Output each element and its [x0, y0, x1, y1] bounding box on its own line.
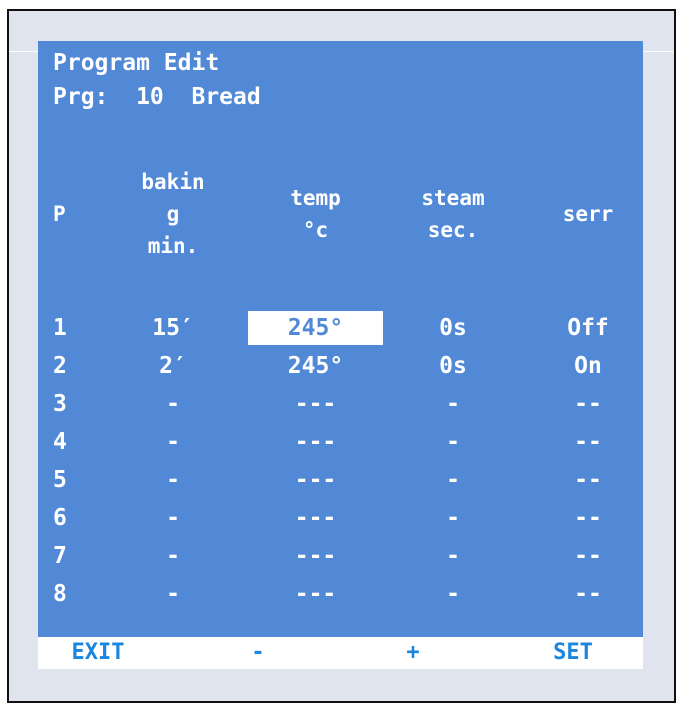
baking-time-cell[interactable]: -: [123, 539, 223, 573]
step-number: 4: [53, 429, 67, 455]
temp-cell[interactable]: ---: [248, 425, 383, 459]
serr-cell[interactable]: --: [523, 539, 653, 573]
step-number: 5: [53, 467, 67, 493]
exit-button[interactable]: EXIT: [38, 637, 158, 669]
serr-cell[interactable]: Off: [523, 311, 653, 345]
table-row: 7 - --- - --: [53, 539, 643, 577]
serr-cell[interactable]: --: [523, 387, 653, 421]
program-edit-screen: Program Edit Prg: 10 Bread P bakin g min…: [38, 41, 643, 637]
step-number: 7: [53, 543, 67, 569]
serr-cell[interactable]: --: [523, 501, 653, 535]
serr-cell[interactable]: On: [523, 349, 653, 383]
baking-time-cell[interactable]: 15′: [123, 311, 223, 345]
step-number: 2: [53, 353, 67, 379]
increment-button[interactable]: +: [353, 637, 473, 669]
screen-title: Program Edit: [53, 50, 220, 76]
baking-time-cell[interactable]: -: [123, 463, 223, 497]
header-step: P: [53, 202, 66, 226]
steam-cell[interactable]: 0s: [398, 311, 508, 345]
step-number: 1: [53, 315, 67, 341]
steam-cell[interactable]: -: [398, 501, 508, 535]
header-serr: serr: [562, 202, 614, 226]
serr-cell[interactable]: --: [523, 463, 653, 497]
steam-cell[interactable]: -: [398, 463, 508, 497]
baking-time-cell[interactable]: -: [123, 387, 223, 421]
temp-cell[interactable]: ---: [248, 463, 383, 497]
table-row: 4 - --- - --: [53, 425, 643, 463]
serr-cell[interactable]: --: [523, 577, 653, 611]
header-steam-sec: steam sec.: [421, 186, 485, 242]
temp-cell[interactable]: ---: [248, 501, 383, 535]
table-row: 1 15′ 245° 0s Off: [53, 311, 643, 349]
table-header: P bakin g min. temp °c steam sec. serr: [53, 159, 643, 269]
decrement-button[interactable]: -: [188, 637, 328, 669]
table-row: 2 2′ 245° 0s On: [53, 349, 643, 387]
steam-cell[interactable]: -: [398, 577, 508, 611]
step-number: 8: [53, 581, 67, 607]
baking-time-cell[interactable]: -: [123, 501, 223, 535]
step-table: 1 15′ 245° 0s Off 2 2′ 245° 0s On 3 - --…: [53, 311, 643, 615]
table-row: 8 - --- - --: [53, 577, 643, 615]
table-row: 5 - --- - --: [53, 463, 643, 501]
temp-cell-selected[interactable]: 245°: [248, 311, 383, 345]
table-row: 6 - --- - --: [53, 501, 643, 539]
temp-cell[interactable]: ---: [248, 577, 383, 611]
set-button[interactable]: SET: [508, 637, 638, 669]
baking-time-cell[interactable]: -: [123, 425, 223, 459]
temp-cell[interactable]: ---: [248, 387, 383, 421]
serr-cell[interactable]: --: [523, 425, 653, 459]
temp-cell[interactable]: ---: [248, 539, 383, 573]
steam-cell[interactable]: -: [398, 387, 508, 421]
baking-time-cell[interactable]: 2′: [123, 349, 223, 383]
baking-time-cell[interactable]: -: [123, 577, 223, 611]
steam-cell[interactable]: 0s: [398, 349, 508, 383]
header-temp: temp °c: [290, 186, 341, 242]
softkey-bar: EXIT - + SET: [38, 637, 643, 669]
steam-cell[interactable]: -: [398, 539, 508, 573]
step-number: 6: [53, 505, 67, 531]
program-line: Prg: 10 Bread: [53, 84, 261, 110]
steam-cell[interactable]: -: [398, 425, 508, 459]
temp-cell[interactable]: 245°: [248, 349, 383, 383]
step-number: 3: [53, 391, 67, 417]
table-row: 3 - --- - --: [53, 387, 643, 425]
header-baking-min: bakin g min.: [141, 170, 205, 258]
